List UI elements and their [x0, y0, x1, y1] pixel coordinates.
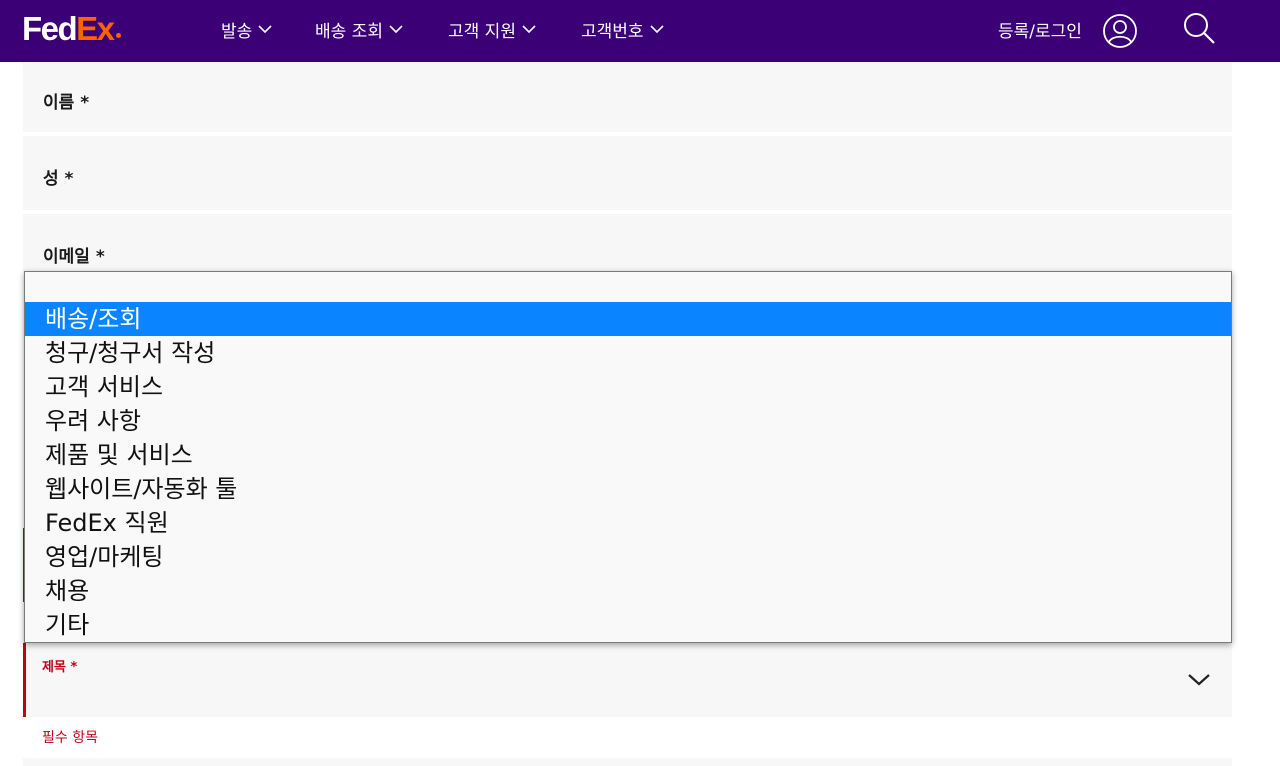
chevron-down-icon — [649, 24, 664, 34]
dropdown-option-concerns[interactable]: 우려 사항 — [25, 404, 1231, 438]
next-field — [23, 758, 1232, 766]
last-name-field[interactable]: 성 * — [23, 136, 1232, 210]
dropdown-option-billing[interactable]: 청구/청구서 작성 — [25, 336, 1231, 370]
fedex-logo[interactable]: FedEx — [22, 11, 121, 47]
chevron-down-icon — [389, 24, 403, 34]
nav-item-shipping[interactable]: 발송 — [221, 16, 272, 42]
login-link[interactable]: 등록/로그인 — [998, 16, 1082, 42]
site-header: FedEx 발송 배송 조회 고객 지원 고객번호 등록/로그인 — [0, 0, 1280, 62]
nav-item-account[interactable]: 고객번호 — [581, 16, 664, 42]
dropdown-option-fedex-employee[interactable]: FedEx 직원 — [25, 506, 1231, 540]
subject-select[interactable]: 제목 * — [23, 643, 1232, 717]
dropdown-option-careers[interactable]: 채용 — [25, 574, 1231, 608]
required-field-message: 필수 항목 — [42, 730, 98, 746]
dropdown-blank-option[interactable] — [25, 272, 1231, 302]
subject-label: 제목 * — [42, 660, 78, 675]
chevron-down-icon — [522, 24, 536, 34]
dropdown-option-website-tools[interactable]: 웹사이트/자동화 툴 — [25, 472, 1231, 506]
last-name-label: 성 * — [43, 169, 74, 189]
user-icon[interactable] — [1102, 13, 1138, 49]
nav-item-support[interactable]: 고객 지원 — [448, 16, 536, 42]
nav-item-tracking[interactable]: 배송 조회 — [315, 16, 403, 42]
chevron-down-icon — [1188, 674, 1210, 686]
chevron-down-icon — [258, 24, 272, 34]
subject-dropdown-list[interactable]: 배송/조회 청구/청구서 작성 고객 서비스 우려 사항 제품 및 서비스 웹사… — [24, 271, 1232, 643]
search-icon[interactable] — [1181, 10, 1217, 46]
first-name-field[interactable]: 이름 * — [23, 62, 1232, 132]
dropdown-option-sales-marketing[interactable]: 영업/마케팅 — [25, 540, 1231, 574]
dropdown-option-other[interactable]: 기타 — [25, 608, 1231, 642]
dropdown-option-customer-service[interactable]: 고객 서비스 — [25, 370, 1231, 404]
email-field[interactable]: 이메일 * — [23, 214, 1232, 274]
dropdown-option-shipping-tracking[interactable]: 배송/조회 — [25, 302, 1231, 336]
dropdown-option-products-services[interactable]: 제품 및 서비스 — [25, 438, 1231, 472]
email-label: 이메일 * — [43, 247, 105, 267]
first-name-label: 이름 * — [43, 93, 90, 113]
